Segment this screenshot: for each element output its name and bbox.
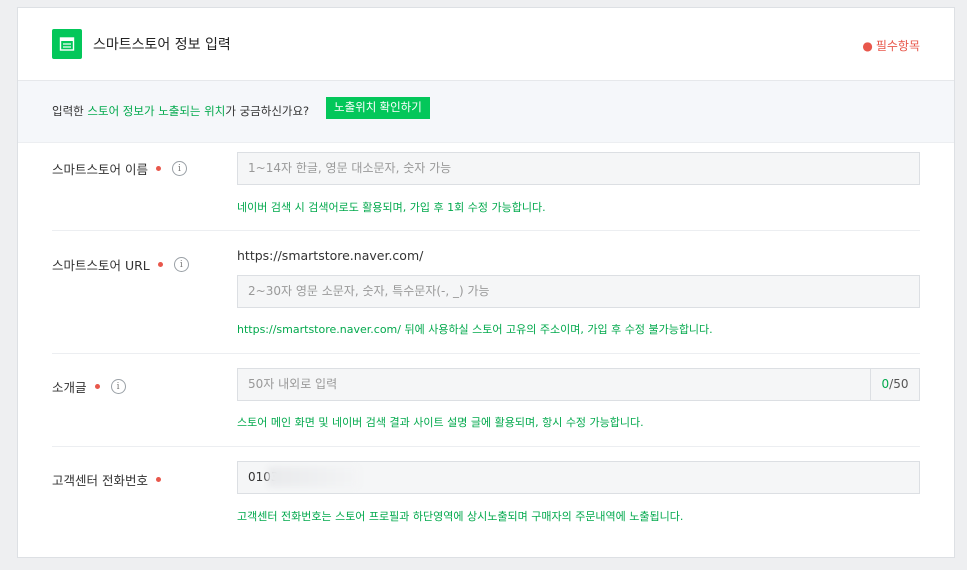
required-dot-icon (94, 384, 100, 389)
intro-label-text: 소개글 (52, 380, 87, 395)
intro-label: 소개글 i (52, 377, 126, 396)
phone-label: 고객센터 전화번호 (52, 470, 161, 489)
info-icon[interactable]: i (173, 257, 189, 272)
check-exposure-button[interactable]: 노출위치 확인하기 (326, 97, 430, 119)
required-dot-icon: ● (862, 39, 873, 53)
store-icon (52, 29, 82, 59)
intro-counter-max: /50 (889, 377, 909, 391)
info-icon[interactable]: i (110, 379, 126, 394)
required-note-label: 필수항목 (875, 39, 920, 53)
redacted-phone-digits (268, 467, 358, 487)
required-dot-icon (155, 477, 161, 482)
store-name-label: 스마트스토어 이름 i (52, 159, 187, 178)
notice-text-highlight: 스토어 정보가 노출되는 위치 (87, 104, 226, 118)
intro-placeholder: 50자 내외로 입력 (248, 377, 338, 391)
required-dot-icon (155, 166, 161, 171)
store-url-input[interactable]: 2~30자 영문 소문자, 숫자, 특수문자(-, _) 가능 (237, 275, 920, 308)
notice-bar: 입력한 스토어 정보가 노출되는 위치가 궁금하신가요? 노출위치 확인하기 (18, 81, 954, 143)
store-url-help: https://smartstore.naver.com/ 뒤에 사용하실 스토… (237, 323, 713, 336)
store-url-row: 스마트스토어 URL i https://smartstore.naver.co… (52, 230, 920, 354)
required-dot-icon (157, 262, 163, 267)
store-url-prefix: https://smartstore.naver.com/ (237, 248, 424, 263)
phone-row: 고객센터 전화번호 0103 고객센터 전화번호는 스토어 프로필과 하단영역에… (52, 446, 920, 546)
store-name-input[interactable]: 1~14자 한글, 영문 대소문자, 숫자 가능 (237, 152, 920, 185)
intro-input[interactable]: 50자 내외로 입력 0/50 (237, 368, 920, 401)
intro-counter-current: 0 (881, 377, 890, 391)
notice-text-prefix: 입력한 (52, 104, 88, 118)
intro-row: 소개글 i 50자 내외로 입력 0/50 스토어 메인 화면 및 네이버 검색… (52, 353, 920, 447)
card-header: 스마트스토어 정보 입력 ● 필수항목 (18, 8, 954, 81)
store-name-row: 스마트스토어 이름 i 1~14자 한글, 영문 대소문자, 숫자 가능 네이버… (52, 143, 920, 231)
store-info-card: 스마트스토어 정보 입력 ● 필수항목 입력한 스토어 정보가 노출되는 위치가 … (17, 7, 955, 558)
page-title: 스마트스토어 정보 입력 (93, 37, 231, 53)
intro-char-counter: 0/50 (870, 369, 919, 400)
phone-help: 고객센터 전화번호는 스토어 프로필과 하단영역에 상시노출되며 구매자의 주문… (237, 510, 684, 523)
notice-text-suffix: 가 궁금하신가요? (225, 104, 310, 118)
info-icon[interactable]: i (171, 161, 187, 176)
required-note: ● 필수항목 (862, 37, 920, 54)
store-name-label-text: 스마트스토어 이름 (52, 162, 148, 177)
notice-text: 입력한 스토어 정보가 노출되는 위치가 궁금하신가요? (52, 103, 309, 119)
intro-help: 스토어 메인 화면 및 네이버 검색 결과 사이트 설명 글에 활용되며, 항시… (237, 416, 644, 429)
store-url-label-text: 스마트스토어 URL (52, 258, 150, 273)
phone-label-text: 고객센터 전화번호 (52, 473, 148, 488)
phone-input[interactable]: 0103 (237, 461, 920, 494)
store-name-help: 네이버 검색 시 검색어로도 활용되며, 가입 후 1회 수정 가능합니다. (237, 201, 546, 214)
store-url-label: 스마트스토어 URL i (52, 255, 189, 274)
